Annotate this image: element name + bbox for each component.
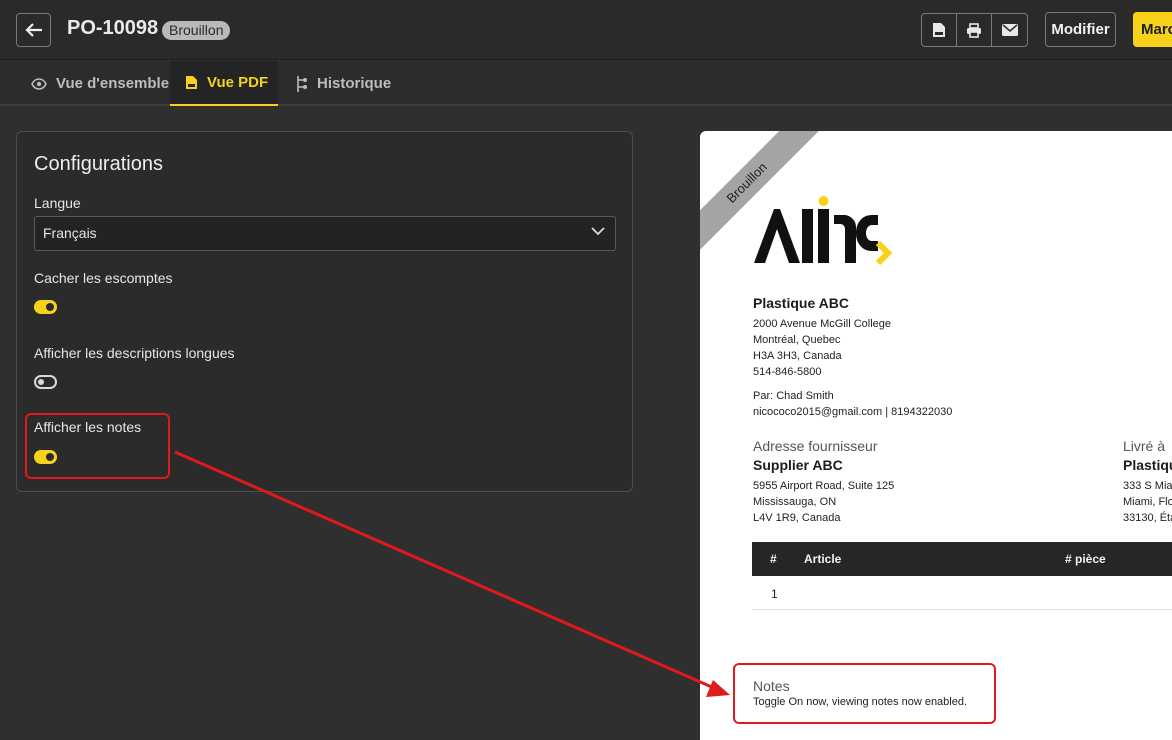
config-title: Configurations <box>34 153 163 175</box>
ship-to-address-line3: 33130, Éta <box>1123 512 1172 524</box>
supplier-address-line1: 5955 Airport Road, Suite 125 <box>753 480 895 492</box>
mail-icon <box>1001 24 1018 36</box>
annotation-highlight-toggle <box>25 413 170 479</box>
hide-discounts-label: Cacher les escomptes <box>34 270 173 286</box>
tab-bar: Vue d'ensemble Vue PDF Historique <box>0 61 1172 106</box>
column-header-part-number: # pièce <box>1065 552 1106 566</box>
tab-overview[interactable]: Vue d'ensemble <box>31 61 169 106</box>
primary-action-button[interactable]: Marc <box>1133 12 1172 47</box>
tab-pdf-view-label: Vue PDF <box>207 74 269 91</box>
annotation-highlight-notes <box>733 663 996 724</box>
company-address-line1: 2000 Avenue McGill College <box>753 318 891 330</box>
supplier-name: Supplier ABC <box>753 457 843 473</box>
modify-button[interactable]: Modifier <box>1045 12 1116 47</box>
company-phone: 514-846-5800 <box>753 366 822 378</box>
tab-history-label: Historique <box>317 75 392 92</box>
company-address-line3: H3A 3H3, Canada <box>753 350 842 362</box>
eye-icon <box>31 77 47 90</box>
page-title: PO-10098 <box>67 17 159 39</box>
supplier-address-line2: Mississauga, ON <box>753 496 837 508</box>
print-icon <box>967 22 981 38</box>
chevron-down-icon <box>591 227 605 236</box>
pdf-button[interactable] <box>922 14 957 46</box>
table-cell-number: 1 <box>771 587 778 601</box>
hide-discounts-toggle[interactable] <box>34 300 57 314</box>
status-badge: Brouillon <box>162 21 231 40</box>
table-row: 1 <box>752 576 1172 610</box>
column-header-number: # <box>770 552 777 566</box>
language-value: Français <box>43 225 97 241</box>
supplier-address-label: Adresse fournisseur <box>753 438 878 454</box>
company-contact: nicococo2015@gmail.com | 8194322030 <box>753 406 953 418</box>
print-button[interactable] <box>957 14 992 46</box>
long-descriptions-label: Afficher les descriptions longues <box>34 345 235 361</box>
pdf-preview: Brouillon Plastique ABC 2000 Avenue McGi… <box>700 131 1172 740</box>
company-by: Par: Chad Smith <box>753 390 834 402</box>
tab-history[interactable]: Historique <box>294 61 391 106</box>
tab-pdf-view[interactable]: Vue PDF <box>170 61 278 106</box>
ship-to-address-line1: 333 S Mia <box>1123 480 1172 492</box>
history-icon <box>297 75 307 92</box>
long-descriptions-toggle[interactable] <box>34 375 57 389</box>
export-actions <box>921 13 1028 47</box>
company-logo <box>754 196 893 266</box>
arrow-left-icon <box>24 23 42 37</box>
back-button[interactable] <box>16 13 51 47</box>
ship-to-name: Plastiqu <box>1123 457 1172 473</box>
pdf-icon <box>186 76 197 89</box>
items-table-header: # Article # pièce <box>752 542 1172 576</box>
ship-to-label: Livré à <box>1123 438 1166 454</box>
language-select[interactable]: Français <box>34 216 616 251</box>
tab-overview-label: Vue d'ensemble <box>56 75 170 92</box>
pdf-icon <box>933 23 945 37</box>
company-address-line2: Montréal, Quebec <box>753 334 841 346</box>
language-label: Langue <box>34 195 81 211</box>
company-name: Plastique ABC <box>753 295 849 311</box>
email-button[interactable] <box>992 14 1027 46</box>
top-bar: PO-10098 Brouillon Modifier Marc <box>0 0 1172 60</box>
ship-to-address-line2: Miami, Flo <box>1123 496 1172 508</box>
supplier-address-line3: L4V 1R9, Canada <box>753 512 841 524</box>
column-header-article: Article <box>804 552 842 566</box>
